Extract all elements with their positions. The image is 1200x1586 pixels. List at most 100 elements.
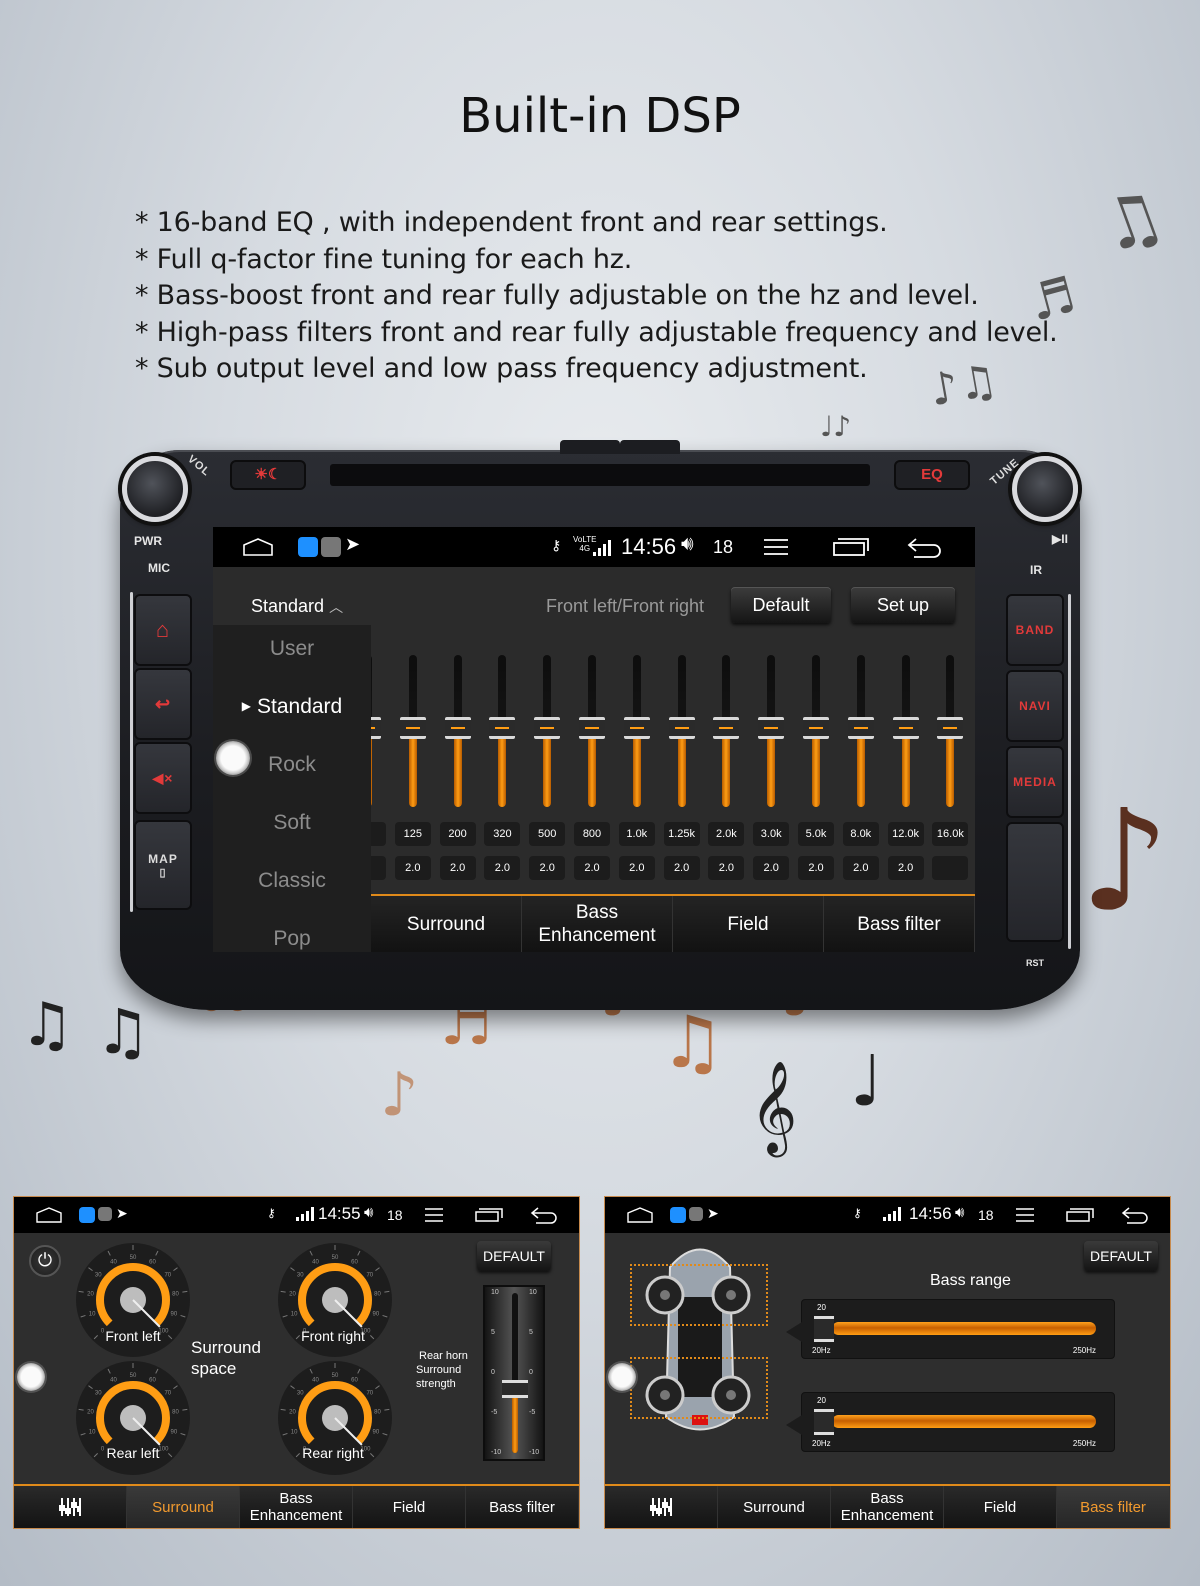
back-nav-icon[interactable]: [906, 536, 942, 558]
eq-button[interactable]: EQ: [894, 460, 970, 490]
surround-tab-bar: Surround Bass Enhancement Field Bass filter: [14, 1484, 579, 1528]
volume-knob[interactable]: [122, 456, 188, 522]
band-hw-button[interactable]: BAND: [1006, 594, 1064, 666]
eq-slider-thumb[interactable]: [534, 716, 561, 739]
menu-icon[interactable]: [424, 1207, 444, 1223]
map-hw-button[interactable]: MAP ▯: [134, 820, 192, 910]
eq-frequency-chip[interactable]: 800: [574, 822, 610, 846]
blank-hw-button[interactable]: [1006, 822, 1064, 942]
home-nav-icon[interactable]: [243, 537, 273, 557]
tab-field[interactable]: Field: [353, 1486, 466, 1528]
tab-equalizer[interactable]: [605, 1486, 718, 1528]
home-hw-button[interactable]: ⌂: [134, 594, 192, 666]
eq-frequency-chip[interactable]: 12.0k: [887, 822, 924, 846]
assistive-touch-button[interactable]: [216, 741, 250, 775]
preset-option-standard[interactable]: ▶ Standard: [213, 695, 371, 719]
preset-option-soft[interactable]: Soft: [213, 811, 371, 835]
preset-option-user[interactable]: User: [213, 637, 371, 661]
bass-range-thumb[interactable]: [814, 1316, 834, 1342]
eq-slider-thumb[interactable]: [937, 716, 964, 739]
default-button[interactable]: DEFAULT: [1084, 1241, 1158, 1271]
tab-bass-enhancement[interactable]: Bass Enhancement: [522, 896, 673, 952]
eq-slider-thumb[interactable]: [803, 716, 829, 739]
tab-bass-filter[interactable]: Bass filter: [466, 1486, 579, 1528]
eq-frequency-chip[interactable]: 500: [529, 822, 566, 846]
eq-frequency-chip[interactable]: 1.25k: [663, 822, 700, 846]
eq-slider-thumb[interactable]: [892, 716, 919, 739]
preset-option-classic[interactable]: Classic: [213, 869, 371, 893]
menu-icon[interactable]: [1015, 1207, 1035, 1223]
eq-frequency-chip[interactable]: 16.0k: [932, 822, 969, 846]
eq-q-factor-chip[interactable]: 2.0: [529, 856, 566, 880]
channel-label[interactable]: Front left/Front right: [546, 596, 704, 617]
preset-option-pop[interactable]: Pop: [213, 927, 371, 951]
tab-field[interactable]: Field: [673, 896, 824, 952]
eq-slider-thumb[interactable]: [668, 716, 695, 739]
preset-dropdown-toggle[interactable]: Standard ︿: [251, 596, 343, 617]
eq-q-factor-chip[interactable]: 2.0: [439, 856, 476, 880]
eq-frequency-chip[interactable]: 2.0k: [708, 822, 745, 846]
tab-field[interactable]: Field: [944, 1486, 1057, 1528]
media-hw-button[interactable]: MEDIA: [1006, 746, 1064, 818]
eq-frequency-chip[interactable]: 1.0k: [618, 822, 655, 846]
eq-q-factor-chip[interactable]: 2.0: [842, 856, 879, 880]
eq-slider-thumb[interactable]: [713, 716, 740, 739]
eq-frequency-chip[interactable]: 320: [484, 822, 521, 846]
home-nav-icon[interactable]: [36, 1207, 62, 1223]
eq-slider-thumb[interactable]: [399, 716, 426, 739]
eq-frequency-chip[interactable]: 3.0k: [753, 822, 790, 846]
setup-button[interactable]: Set up: [851, 587, 955, 623]
eq-slider-thumb[interactable]: [444, 716, 471, 739]
back-hw-button[interactable]: ↩: [134, 668, 192, 740]
eq-slider-thumb[interactable]: [758, 716, 785, 739]
day-night-button[interactable]: ☀☾: [230, 460, 306, 490]
eq-slider-thumb[interactable]: [847, 716, 874, 739]
eq-q-factor-chip[interactable]: 2.0: [484, 856, 521, 880]
back-nav-icon[interactable]: [1121, 1206, 1149, 1224]
tab-surround[interactable]: Surround: [127, 1486, 240, 1528]
menu-icon[interactable]: [763, 537, 789, 557]
tab-bass-enhancement[interactable]: Bass Enhancement: [831, 1486, 944, 1528]
map-label: MAP: [148, 851, 178, 866]
tab-bass-enhancement[interactable]: Bass Enhancement: [240, 1486, 353, 1528]
eq-q-factor-chip[interactable]: 2.0: [574, 856, 610, 880]
tab-surround[interactable]: Surround: [718, 1486, 831, 1528]
eq-q-factor-chip[interactable]: 2.0: [618, 856, 655, 880]
bass-range-thumb[interactable]: [814, 1409, 834, 1435]
eq-slider-thumb[interactable]: [579, 716, 605, 739]
assistive-touch-button[interactable]: [608, 1363, 636, 1391]
front-bass-range-slider[interactable]: 20 20Hz 250Hz: [786, 1299, 1115, 1359]
eq-q-factor-chip[interactable]: 2.0: [394, 856, 431, 880]
tab-bass-filter[interactable]: Bass filter: [824, 896, 975, 952]
eq-frequency-chip[interactable]: 200: [439, 822, 476, 846]
default-button[interactable]: DEFAULT: [477, 1241, 551, 1271]
eq-q-factor-chip[interactable]: [932, 856, 969, 880]
eq-q-factor-chip[interactable]: 2.0: [798, 856, 834, 880]
recent-apps-icon[interactable]: [475, 1207, 503, 1223]
eq-slider-thumb[interactable]: [489, 716, 516, 739]
eq-q-factor-chip[interactable]: 2.0: [753, 856, 790, 880]
mute-hw-button[interactable]: ◀×: [134, 742, 192, 814]
eq-q-factor-chip[interactable]: 2.0: [663, 856, 700, 880]
recent-apps-icon[interactable]: [833, 537, 869, 557]
default-button[interactable]: Default: [731, 587, 831, 623]
back-nav-icon[interactable]: [530, 1206, 558, 1224]
home-nav-icon[interactable]: [627, 1207, 653, 1223]
eq-frequency-chip[interactable]: 8.0k: [842, 822, 879, 846]
eq-q-factor-chip[interactable]: 2.0: [887, 856, 924, 880]
recent-apps-icon[interactable]: [1066, 1207, 1094, 1223]
rear-bass-range-slider[interactable]: 20 20Hz 250Hz: [786, 1392, 1115, 1452]
power-toggle-button[interactable]: ⏻: [29, 1245, 61, 1277]
tab-surround[interactable]: Surround: [371, 896, 522, 952]
tab-bass-filter[interactable]: Bass filter: [1057, 1486, 1170, 1528]
eq-frequency-chip[interactable]: 125: [394, 822, 431, 846]
rear-surround-strength-slider[interactable]: 10 10 5 5 0 0 -5 -5 -10 -10: [483, 1285, 545, 1461]
navi-hw-button[interactable]: NAVI: [1006, 670, 1064, 742]
strength-thumb[interactable]: [502, 1380, 528, 1398]
assistive-touch-button[interactable]: [17, 1363, 45, 1391]
eq-frequency-chip[interactable]: 5.0k: [798, 822, 834, 846]
tune-knob[interactable]: [1012, 456, 1078, 522]
tab-equalizer[interactable]: [14, 1486, 127, 1528]
eq-q-factor-chip[interactable]: 2.0: [708, 856, 745, 880]
eq-slider-thumb[interactable]: [623, 716, 650, 739]
